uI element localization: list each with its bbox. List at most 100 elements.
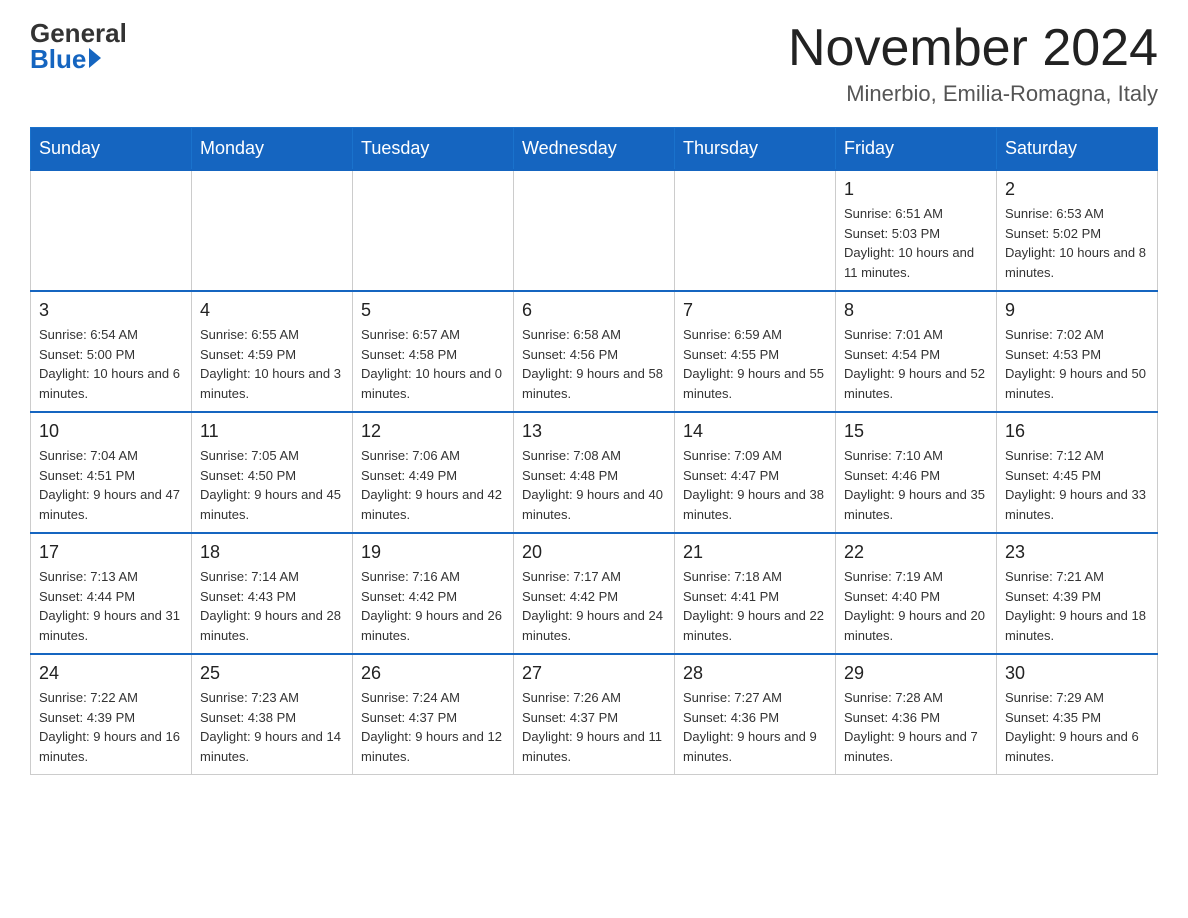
day-number: 9 [1005, 300, 1149, 321]
week-row-5: 24 Sunrise: 7:22 AM Sunset: 4:39 PM Dayli… [31, 654, 1158, 775]
calendar-cell: 17 Sunrise: 7:13 AM Sunset: 4:44 PM Dayli… [31, 533, 192, 654]
calendar-cell: 4 Sunrise: 6:55 AM Sunset: 4:59 PM Daylig… [192, 291, 353, 412]
calendar-cell: 8 Sunrise: 7:01 AM Sunset: 4:54 PM Daylig… [836, 291, 997, 412]
day-number: 11 [200, 421, 344, 442]
calendar-cell: 6 Sunrise: 6:58 AM Sunset: 4:56 PM Daylig… [514, 291, 675, 412]
day-info: Sunrise: 7:21 AM Sunset: 4:39 PM Dayligh… [1005, 567, 1149, 645]
day-info: Sunrise: 7:13 AM Sunset: 4:44 PM Dayligh… [39, 567, 183, 645]
day-number: 22 [844, 542, 988, 563]
col-header-friday: Friday [836, 128, 997, 171]
day-info: Sunrise: 7:06 AM Sunset: 4:49 PM Dayligh… [361, 446, 505, 524]
day-number: 4 [200, 300, 344, 321]
calendar-cell: 16 Sunrise: 7:12 AM Sunset: 4:45 PM Dayli… [997, 412, 1158, 533]
day-number: 2 [1005, 179, 1149, 200]
calendar-cell: 1 Sunrise: 6:51 AM Sunset: 5:03 PM Daylig… [836, 170, 997, 291]
calendar-header-row: SundayMondayTuesdayWednesdayThursdayFrid… [31, 128, 1158, 171]
col-header-saturday: Saturday [997, 128, 1158, 171]
page-header: General Blue November 2024 Minerbio, Emi… [30, 20, 1158, 107]
logo-general-text: General [30, 20, 127, 46]
col-header-monday: Monday [192, 128, 353, 171]
day-info: Sunrise: 6:58 AM Sunset: 4:56 PM Dayligh… [522, 325, 666, 403]
day-number: 18 [200, 542, 344, 563]
calendar-cell: 18 Sunrise: 7:14 AM Sunset: 4:43 PM Dayli… [192, 533, 353, 654]
calendar-cell: 24 Sunrise: 7:22 AM Sunset: 4:39 PM Dayli… [31, 654, 192, 775]
col-header-tuesday: Tuesday [353, 128, 514, 171]
calendar-cell [192, 170, 353, 291]
day-number: 30 [1005, 663, 1149, 684]
col-header-wednesday: Wednesday [514, 128, 675, 171]
day-info: Sunrise: 7:22 AM Sunset: 4:39 PM Dayligh… [39, 688, 183, 766]
day-info: Sunrise: 6:54 AM Sunset: 5:00 PM Dayligh… [39, 325, 183, 403]
calendar-cell: 29Sunrise: 7:28 AM Sunset: 4:36 PM Dayli… [836, 654, 997, 775]
day-number: 15 [844, 421, 988, 442]
day-number: 24 [39, 663, 183, 684]
calendar-cell: 12 Sunrise: 7:06 AM Sunset: 4:49 PM Dayli… [353, 412, 514, 533]
day-number: 25 [200, 663, 344, 684]
day-info: Sunrise: 7:24 AM Sunset: 4:37 PM Dayligh… [361, 688, 505, 766]
calendar-cell: 19 Sunrise: 7:16 AM Sunset: 4:42 PM Dayli… [353, 533, 514, 654]
logo-triangle-icon [89, 48, 101, 68]
day-info: Sunrise: 7:05 AM Sunset: 4:50 PM Dayligh… [200, 446, 344, 524]
calendar-cell: 10Sunrise: 7:04 AM Sunset: 4:51 PM Dayli… [31, 412, 192, 533]
calendar-cell [514, 170, 675, 291]
day-info: Sunrise: 7:09 AM Sunset: 4:47 PM Dayligh… [683, 446, 827, 524]
day-number: 26 [361, 663, 505, 684]
calendar-cell: 9 Sunrise: 7:02 AM Sunset: 4:53 PM Daylig… [997, 291, 1158, 412]
calendar-cell: 28 Sunrise: 7:27 AM Sunset: 4:36 PM Dayli… [675, 654, 836, 775]
day-number: 28 [683, 663, 827, 684]
calendar-cell: 15 Sunrise: 7:10 AM Sunset: 4:46 PM Dayli… [836, 412, 997, 533]
day-number: 8 [844, 300, 988, 321]
day-number: 7 [683, 300, 827, 321]
day-info: Sunrise: 7:12 AM Sunset: 4:45 PM Dayligh… [1005, 446, 1149, 524]
day-info: Sunrise: 7:10 AM Sunset: 4:46 PM Dayligh… [844, 446, 988, 524]
calendar-cell: 11 Sunrise: 7:05 AM Sunset: 4:50 PM Dayli… [192, 412, 353, 533]
day-info: Sunrise: 7:27 AM Sunset: 4:36 PM Dayligh… [683, 688, 827, 766]
logo-blue-text: Blue [30, 46, 86, 72]
day-number: 12 [361, 421, 505, 442]
calendar-cell: 27Sunrise: 7:26 AM Sunset: 4:37 PM Dayli… [514, 654, 675, 775]
day-info: Sunrise: 7:19 AM Sunset: 4:40 PM Dayligh… [844, 567, 988, 645]
day-info: Sunrise: 7:02 AM Sunset: 4:53 PM Dayligh… [1005, 325, 1149, 403]
day-info: Sunrise: 6:59 AM Sunset: 4:55 PM Dayligh… [683, 325, 827, 403]
day-info: Sunrise: 7:18 AM Sunset: 4:41 PM Dayligh… [683, 567, 827, 645]
day-number: 6 [522, 300, 666, 321]
calendar-cell: 23 Sunrise: 7:21 AM Sunset: 4:39 PM Dayli… [997, 533, 1158, 654]
logo: General Blue [30, 20, 127, 72]
week-row-1: 1 Sunrise: 6:51 AM Sunset: 5:03 PM Daylig… [31, 170, 1158, 291]
day-info: Sunrise: 7:01 AM Sunset: 4:54 PM Dayligh… [844, 325, 988, 403]
day-info: Sunrise: 6:55 AM Sunset: 4:59 PM Dayligh… [200, 325, 344, 403]
day-number: 14 [683, 421, 827, 442]
day-number: 23 [1005, 542, 1149, 563]
day-number: 19 [361, 542, 505, 563]
week-row-3: 10Sunrise: 7:04 AM Sunset: 4:51 PM Dayli… [31, 412, 1158, 533]
day-number: 16 [1005, 421, 1149, 442]
day-number: 29 [844, 663, 988, 684]
day-info: Sunrise: 7:16 AM Sunset: 4:42 PM Dayligh… [361, 567, 505, 645]
day-number: 1 [844, 179, 988, 200]
day-info: Sunrise: 6:53 AM Sunset: 5:02 PM Dayligh… [1005, 204, 1149, 282]
calendar-cell: 14 Sunrise: 7:09 AM Sunset: 4:47 PM Dayli… [675, 412, 836, 533]
calendar-cell: 30 Sunrise: 7:29 AM Sunset: 4:35 PM Dayli… [997, 654, 1158, 775]
day-info: Sunrise: 6:57 AM Sunset: 4:58 PM Dayligh… [361, 325, 505, 403]
week-row-4: 17 Sunrise: 7:13 AM Sunset: 4:44 PM Dayli… [31, 533, 1158, 654]
calendar-cell: 7 Sunrise: 6:59 AM Sunset: 4:55 PM Daylig… [675, 291, 836, 412]
calendar-cell [353, 170, 514, 291]
calendar-cell [31, 170, 192, 291]
day-number: 21 [683, 542, 827, 563]
day-number: 20 [522, 542, 666, 563]
day-number: 27 [522, 663, 666, 684]
calendar-cell: 13Sunrise: 7:08 AM Sunset: 4:48 PM Dayli… [514, 412, 675, 533]
day-info: Sunrise: 7:08 AM Sunset: 4:48 PM Dayligh… [522, 446, 666, 524]
day-number: 17 [39, 542, 183, 563]
day-info: Sunrise: 7:17 AM Sunset: 4:42 PM Dayligh… [522, 567, 666, 645]
day-number: 3 [39, 300, 183, 321]
day-info: Sunrise: 6:51 AM Sunset: 5:03 PM Dayligh… [844, 204, 988, 282]
day-info: Sunrise: 7:29 AM Sunset: 4:35 PM Dayligh… [1005, 688, 1149, 766]
calendar-cell: 25Sunrise: 7:23 AM Sunset: 4:38 PM Dayli… [192, 654, 353, 775]
month-title: November 2024 [788, 20, 1158, 77]
calendar-cell [675, 170, 836, 291]
day-info: Sunrise: 7:14 AM Sunset: 4:43 PM Dayligh… [200, 567, 344, 645]
col-header-thursday: Thursday [675, 128, 836, 171]
calendar-cell: 20 Sunrise: 7:17 AM Sunset: 4:42 PM Dayli… [514, 533, 675, 654]
title-area: November 2024 Minerbio, Emilia-Romagna, … [788, 20, 1158, 107]
